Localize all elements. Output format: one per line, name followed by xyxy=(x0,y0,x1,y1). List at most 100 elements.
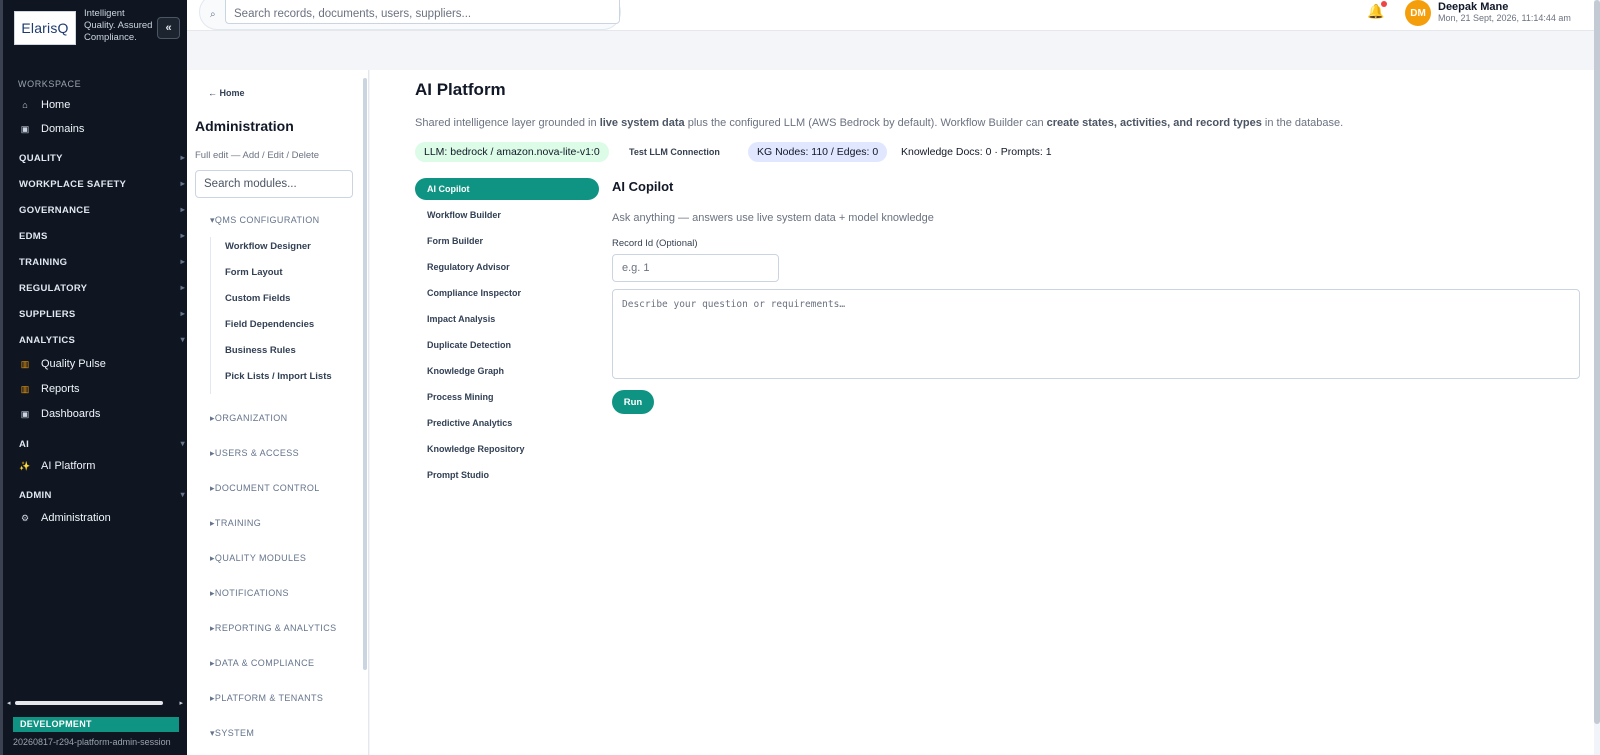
tab-prompt-studio[interactable]: Prompt Studio xyxy=(415,464,599,486)
sidebar-group-governance[interactable]: GOVERNANCE ▸ xyxy=(19,205,185,216)
panel-title: AI Copilot xyxy=(612,179,674,194)
admin-title: Administration xyxy=(195,118,294,134)
sidebar-item-label: Administration xyxy=(41,512,111,524)
dashboard-icon: ▣ xyxy=(20,408,30,419)
chevron-icon: ▸ xyxy=(180,283,185,292)
sidebar-group-regulatory[interactable]: REGULATORY ▸ xyxy=(19,283,185,294)
topbar: ⌕ 🔔 DM Deepak Mane Mon, 21 Sept, 2026, 1… xyxy=(187,0,1600,31)
scrollbar-thumb[interactable] xyxy=(15,701,163,705)
section-divider xyxy=(210,237,211,394)
chevron-icon: ▸ xyxy=(180,309,185,318)
admin-subtitle: Full edit — Add / Edit / Delete xyxy=(195,150,320,161)
sidebar-item-administration[interactable]: ⚙ Administration xyxy=(19,512,111,524)
sidebar: ElarisQ Intelligent Quality. Assured Com… xyxy=(0,0,187,755)
tab-process-mining[interactable]: Process Mining xyxy=(415,386,599,408)
tab-regulatory-advisor[interactable]: Regulatory Advisor xyxy=(415,256,599,278)
record-id-label: Record Id (Optional) xyxy=(612,238,698,249)
sidebar-group-suppliers[interactable]: SUPPLIERS ▸ xyxy=(19,309,185,320)
admin-item-workflow-designer[interactable]: Workflow Designer xyxy=(225,241,311,252)
admin-section-organization[interactable]: ▸ORGANIZATION xyxy=(210,413,288,424)
sidebar-group-workplace-safety[interactable]: WORKPLACE SAFETY ▸ xyxy=(19,179,185,190)
admin-section-platform-tenants[interactable]: ▸PLATFORM & TENANTS xyxy=(210,693,323,704)
scroll-left-icon[interactable]: ◂ xyxy=(7,699,11,707)
logo[interactable]: ElarisQ xyxy=(14,11,76,45)
bar-chart-icon: ▥ xyxy=(20,383,30,394)
admin-item-custom-fields[interactable]: Custom Fields xyxy=(225,293,290,304)
chevron-down-icon: ▾ xyxy=(180,439,185,448)
sidebar-group-analytics[interactable]: ANALYTICS ▾ xyxy=(19,335,185,346)
bar-chart-icon: ▥ xyxy=(20,358,30,369)
admin-section-qms-configuration[interactable]: ▾QMS CONFIGURATION xyxy=(210,215,320,226)
admin-item-pick-lists[interactable]: Pick Lists / Import Lists xyxy=(225,371,332,382)
tab-compliance-inspector[interactable]: Compliance Inspector xyxy=(415,282,599,304)
avatar[interactable]: DM xyxy=(1405,0,1431,26)
desc-text: in the database. xyxy=(1261,117,1344,129)
chevron-icon: ▸ xyxy=(180,179,185,188)
test-llm-connection-button[interactable]: Test LLM Connection xyxy=(620,142,729,162)
admin-item-field-dependencies[interactable]: Field Dependencies xyxy=(225,319,314,330)
group-label: SUPPLIERS xyxy=(19,309,76,320)
admin-section-users-access[interactable]: ▸USERS & ACCESS xyxy=(210,448,299,459)
tab-ai-copilot[interactable]: AI Copilot xyxy=(415,178,599,200)
sidebar-group-admin[interactable]: ADMIN ▾ xyxy=(19,490,185,501)
home-icon: ⌂ xyxy=(22,100,28,110)
sidebar-group-ai[interactable]: AI ▾ xyxy=(19,439,185,450)
group-label: AI xyxy=(19,439,30,450)
admin-section-reporting-analytics[interactable]: ▸REPORTING & ANALYTICS xyxy=(210,623,337,634)
chevron-icon: ▸ xyxy=(180,205,185,214)
sidebar-item-label: Domains xyxy=(41,123,85,135)
admin-module-panel: ← Home Administration Full edit — Add / … xyxy=(187,70,369,755)
environment-badge: DEVELOPMENT xyxy=(13,717,179,732)
knowledge-stats: Knowledge Docs: 0 · Prompts: 1 xyxy=(901,146,1052,158)
admin-item-form-layout[interactable]: Form Layout xyxy=(225,267,283,278)
tab-form-builder[interactable]: Form Builder xyxy=(415,230,599,252)
sidebar-group-training[interactable]: TRAINING ▸ xyxy=(19,257,185,268)
scroll-right-icon[interactable]: ▸ xyxy=(179,699,183,707)
group-label: WORKPLACE SAFETY xyxy=(19,179,127,190)
global-search-input[interactable] xyxy=(225,0,620,24)
run-button[interactable]: Run xyxy=(612,390,654,414)
admin-section-data-compliance[interactable]: ▸DATA & COMPLIANCE xyxy=(210,658,314,669)
breadcrumb[interactable]: ← Home xyxy=(208,88,245,98)
admin-section-training[interactable]: ▸TRAINING xyxy=(210,518,261,529)
sidebar-item-reports[interactable]: ▥ Reports xyxy=(19,383,80,395)
sidebar-item-ai-platform[interactable]: ✨ AI Platform xyxy=(19,460,95,472)
grid-icon: ▣ xyxy=(20,123,30,134)
page-vertical-scrollbar[interactable] xyxy=(1594,0,1600,755)
question-textarea[interactable] xyxy=(612,289,1580,379)
sidebar-item-label: Quality Pulse xyxy=(41,358,106,370)
user-name[interactable]: Deepak Mane xyxy=(1438,1,1508,13)
sparkle-icon: ✨ xyxy=(19,460,31,471)
tab-knowledge-graph[interactable]: Knowledge Graph xyxy=(415,360,599,382)
admin-section-document-control[interactable]: ▸DOCUMENT CONTROL xyxy=(210,483,320,494)
current-datetime: Mon, 21 Sept, 2026, 11:14:44 am xyxy=(1438,13,1571,23)
sidebar-item-domains[interactable]: ▣ Domains xyxy=(19,123,85,135)
scrollbar-thumb[interactable] xyxy=(1594,0,1600,724)
tab-predictive-analytics[interactable]: Predictive Analytics xyxy=(415,412,599,434)
sidebar-horizontal-scrollbar[interactable]: ◂ ▸ xyxy=(7,699,183,707)
desc-emphasis: live system data xyxy=(599,117,685,129)
admin-section-notifications[interactable]: ▸NOTIFICATIONS xyxy=(210,588,289,599)
tab-workflow-builder[interactable]: Workflow Builder xyxy=(415,204,599,226)
tagline: Intelligent Quality. Assured Compliance. xyxy=(84,8,153,43)
admin-panel-scrollbar[interactable] xyxy=(363,78,367,670)
sidebar-group-quality[interactable]: QUALITY ▸ xyxy=(19,153,185,164)
tab-impact-analysis[interactable]: Impact Analysis xyxy=(415,308,599,330)
admin-item-business-rules[interactable]: Business Rules xyxy=(225,345,296,356)
sidebar-group-edms[interactable]: EDMS ▸ xyxy=(19,231,185,242)
record-id-input[interactable] xyxy=(612,254,779,282)
module-search-input[interactable] xyxy=(195,170,353,198)
chevron-icon: ▸ xyxy=(180,257,185,266)
admin-section-system[interactable]: ▾SYSTEM xyxy=(210,728,254,739)
tab-knowledge-repository[interactable]: Knowledge Repository xyxy=(415,438,599,460)
notification-dot xyxy=(1381,1,1387,7)
group-label: ADMIN xyxy=(19,490,52,501)
tab-duplicate-detection[interactable]: Duplicate Detection xyxy=(415,334,599,356)
sidebar-item-home[interactable]: ⌂ Home xyxy=(19,99,70,111)
sidebar-item-dashboards[interactable]: ▣ Dashboards xyxy=(19,408,101,420)
sidebar-item-quality-pulse[interactable]: ▥ Quality Pulse xyxy=(19,358,106,370)
group-label: GOVERNANCE xyxy=(19,205,91,216)
admin-section-quality-modules[interactable]: ▸QUALITY MODULES xyxy=(210,553,306,564)
collapse-sidebar-button[interactable]: « xyxy=(157,17,180,39)
desc-text: plus the configured LLM (AWS Bedrock by … xyxy=(684,117,1047,129)
